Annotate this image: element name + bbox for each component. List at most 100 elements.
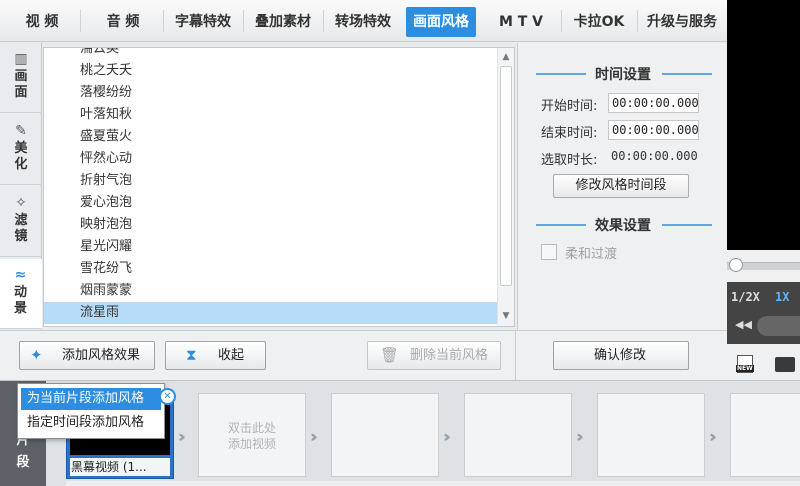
action-bar: ✦ 添加风格效果 ⧗ 收起 🗑 删除当前风格 确认修改 bbox=[0, 330, 727, 381]
list-item[interactable]: 雪花纷飞 bbox=[44, 258, 498, 280]
button-label: 添加风格效果 bbox=[62, 348, 141, 363]
delete-current-style-button[interactable]: 🗑 删除当前风格 bbox=[367, 341, 501, 370]
seek-handle[interactable] bbox=[729, 258, 743, 272]
placeholder-text: 添加视频 bbox=[227, 437, 276, 451]
magic-wand-add-icon: ✦ bbox=[30, 346, 43, 364]
speed-half-button[interactable]: 1/2X bbox=[731, 290, 760, 304]
sidebar: ▥ 画 面 ✎ 美 化 ✧ 滤 镜 ≈ 动 景 bbox=[0, 43, 42, 330]
tab-video[interactable]: 视 频 bbox=[12, 7, 72, 37]
style-list-items: 湍云英 桃之夭夭 落樱纷纷 叶落知秋 盛夏萤火 怦然心动 折射气泡 爱心泡泡 映… bbox=[44, 48, 498, 324]
speed-slider[interactable] bbox=[757, 316, 800, 336]
list-item[interactable]: 叶落知秋 bbox=[44, 104, 498, 126]
list-item[interactable]: 烟雨蒙蒙 bbox=[44, 280, 498, 302]
wave-icon: ≈ bbox=[14, 267, 27, 283]
tab-divider bbox=[243, 10, 244, 32]
end-time-input[interactable]: 00:00:00.000 bbox=[608, 120, 699, 140]
empty-clip-slot[interactable]: 双击此处 添加视频 bbox=[198, 393, 306, 477]
sidebar-item-label: 面 bbox=[14, 85, 28, 100]
timeline-ruler bbox=[66, 481, 800, 486]
tab-audio[interactable]: 音 频 bbox=[92, 7, 154, 37]
sidebar-item-label: 镜 bbox=[14, 229, 28, 244]
sidebar-item-animated-scene[interactable]: ≈ 动 景 bbox=[0, 259, 42, 329]
folder-icon[interactable] bbox=[775, 357, 795, 372]
sidebar-item-label: 美 bbox=[14, 141, 28, 156]
list-item[interactable]: 折射气泡 bbox=[44, 170, 498, 192]
tab-mtv[interactable]: M T V bbox=[486, 7, 556, 37]
sidebar-item-label: 画 bbox=[14, 69, 28, 84]
end-time-label: 结束时间: bbox=[541, 126, 598, 141]
preview-screen bbox=[727, 0, 800, 250]
tab-divider bbox=[80, 10, 81, 32]
settings-panel: 时间设置 开始时间: 00:00:00.000 结束时间: 00:00:00.0… bbox=[517, 43, 727, 330]
arrow-right-icon: ››› bbox=[709, 427, 716, 446]
sidebar-item-label: 化 bbox=[14, 157, 28, 172]
scrollbar-thumb[interactable] bbox=[500, 66, 512, 286]
collapse-button[interactable]: ⧗ 收起 bbox=[165, 341, 266, 370]
list-item[interactable]: 爱心泡泡 bbox=[44, 192, 498, 214]
empty-clip-slot[interactable] bbox=[730, 393, 800, 477]
sparkle-icon: ✧ bbox=[15, 195, 27, 211]
divider bbox=[515, 331, 516, 381]
collapse-icon: ⧗ bbox=[186, 346, 197, 364]
duration-value: 00:00:00.000 bbox=[611, 149, 698, 163]
arrow-right-icon: ››› bbox=[576, 427, 583, 446]
sidebar-item-label: 动 bbox=[13, 285, 27, 300]
tab-divider bbox=[163, 10, 164, 32]
list-item[interactable]: 映射泡泡 bbox=[44, 214, 498, 236]
soft-transition-label: 柔和过渡 bbox=[565, 247, 618, 262]
tab-upgrade-service[interactable]: 升级与服务 bbox=[640, 7, 724, 37]
rewind-icon[interactable]: ◀◀ bbox=[735, 318, 753, 336]
sidebar-item-beautify[interactable]: ✎ 美 化 bbox=[0, 115, 42, 185]
add-style-dropdown: 为当前片段添加风格 指定时间段添加风格 bbox=[17, 383, 165, 439]
tab-subtitle-effects[interactable]: 字幕特效 bbox=[166, 7, 240, 37]
list-item-selected[interactable]: 流星雨 bbox=[44, 302, 498, 324]
tab-divider bbox=[637, 10, 638, 32]
section-divider bbox=[662, 224, 712, 226]
clip-label: 黑幕视频 (1... bbox=[70, 458, 170, 476]
list-item[interactable]: 桃之夭夭 bbox=[44, 60, 498, 82]
modify-time-range-button[interactable]: 修改风格时间段 bbox=[553, 174, 689, 198]
sidebar-item-picture[interactable]: ▥ 画 面 bbox=[0, 43, 42, 113]
top-tab-bar: 视 频 音 频 字幕特效 叠加素材 转场特效 画面风格 M T V 卡拉OK 升… bbox=[0, 0, 727, 42]
soft-transition-checkbox[interactable] bbox=[541, 244, 557, 260]
start-time-input[interactable]: 00:00:00.000 bbox=[608, 93, 699, 113]
menu-item-add-to-time-range[interactable]: 指定时间段添加风格 bbox=[21, 412, 161, 434]
arrow-right-icon: ››› bbox=[178, 427, 185, 446]
tab-overlay-material[interactable]: 叠加素材 bbox=[246, 7, 320, 37]
speed-1x-button[interactable]: 1X bbox=[775, 290, 789, 304]
list-item[interactable]: 湍云英 bbox=[44, 48, 498, 60]
list-item[interactable]: 怦然心动 bbox=[44, 148, 498, 170]
sidebar-item-filter[interactable]: ✧ 滤 镜 bbox=[0, 187, 42, 257]
tab-transition-effects[interactable]: 转场特效 bbox=[326, 7, 400, 37]
empty-clip-slot[interactable] bbox=[597, 393, 705, 477]
tab-divider bbox=[323, 10, 324, 32]
button-label: 收起 bbox=[218, 348, 245, 363]
close-icon[interactable]: ✕ bbox=[159, 388, 176, 405]
empty-clip-slot[interactable] bbox=[464, 393, 572, 477]
scroll-up-icon[interactable]: ▲ bbox=[498, 49, 514, 65]
duration-label: 选取时长: bbox=[541, 153, 598, 168]
list-item[interactable]: 盛夏萤火 bbox=[44, 126, 498, 148]
scroll-down-icon[interactable]: ▼ bbox=[498, 308, 514, 324]
magic-wand-icon: ✎ bbox=[15, 123, 27, 139]
menu-item-add-to-current-clip[interactable]: 为当前片段添加风格 bbox=[21, 388, 161, 410]
list-item[interactable]: 落樱纷纷 bbox=[44, 82, 498, 104]
placeholder-text: 双击此处 bbox=[227, 421, 276, 435]
empty-clip-slot[interactable] bbox=[331, 393, 439, 477]
tab-karaoke[interactable]: 卡拉OK bbox=[566, 7, 632, 37]
add-style-effect-button[interactable]: ✦ 添加风格效果 bbox=[19, 341, 155, 370]
tab-picture-style[interactable]: 画面风格 bbox=[406, 7, 476, 37]
tab-divider bbox=[561, 10, 562, 32]
start-time-label: 开始时间: bbox=[541, 99, 598, 114]
trash-icon: 🗑 bbox=[380, 346, 400, 364]
playback-controls: 1/2X 1X ◀◀ bbox=[727, 282, 800, 344]
arrow-right-icon: ››› bbox=[310, 427, 317, 446]
confirm-modify-button[interactable]: 确认修改 bbox=[553, 341, 689, 370]
sidebar-item-label: 景 bbox=[13, 301, 27, 316]
button-label: 确认修改 bbox=[594, 348, 647, 363]
arrow-right-icon: ››› bbox=[443, 427, 450, 446]
list-scrollbar[interactable]: ▲ ▼ bbox=[497, 48, 514, 326]
button-label: 删除当前风格 bbox=[410, 348, 489, 363]
list-item[interactable]: 星光闪耀 bbox=[44, 236, 498, 258]
new-file-icon[interactable] bbox=[736, 355, 754, 373]
